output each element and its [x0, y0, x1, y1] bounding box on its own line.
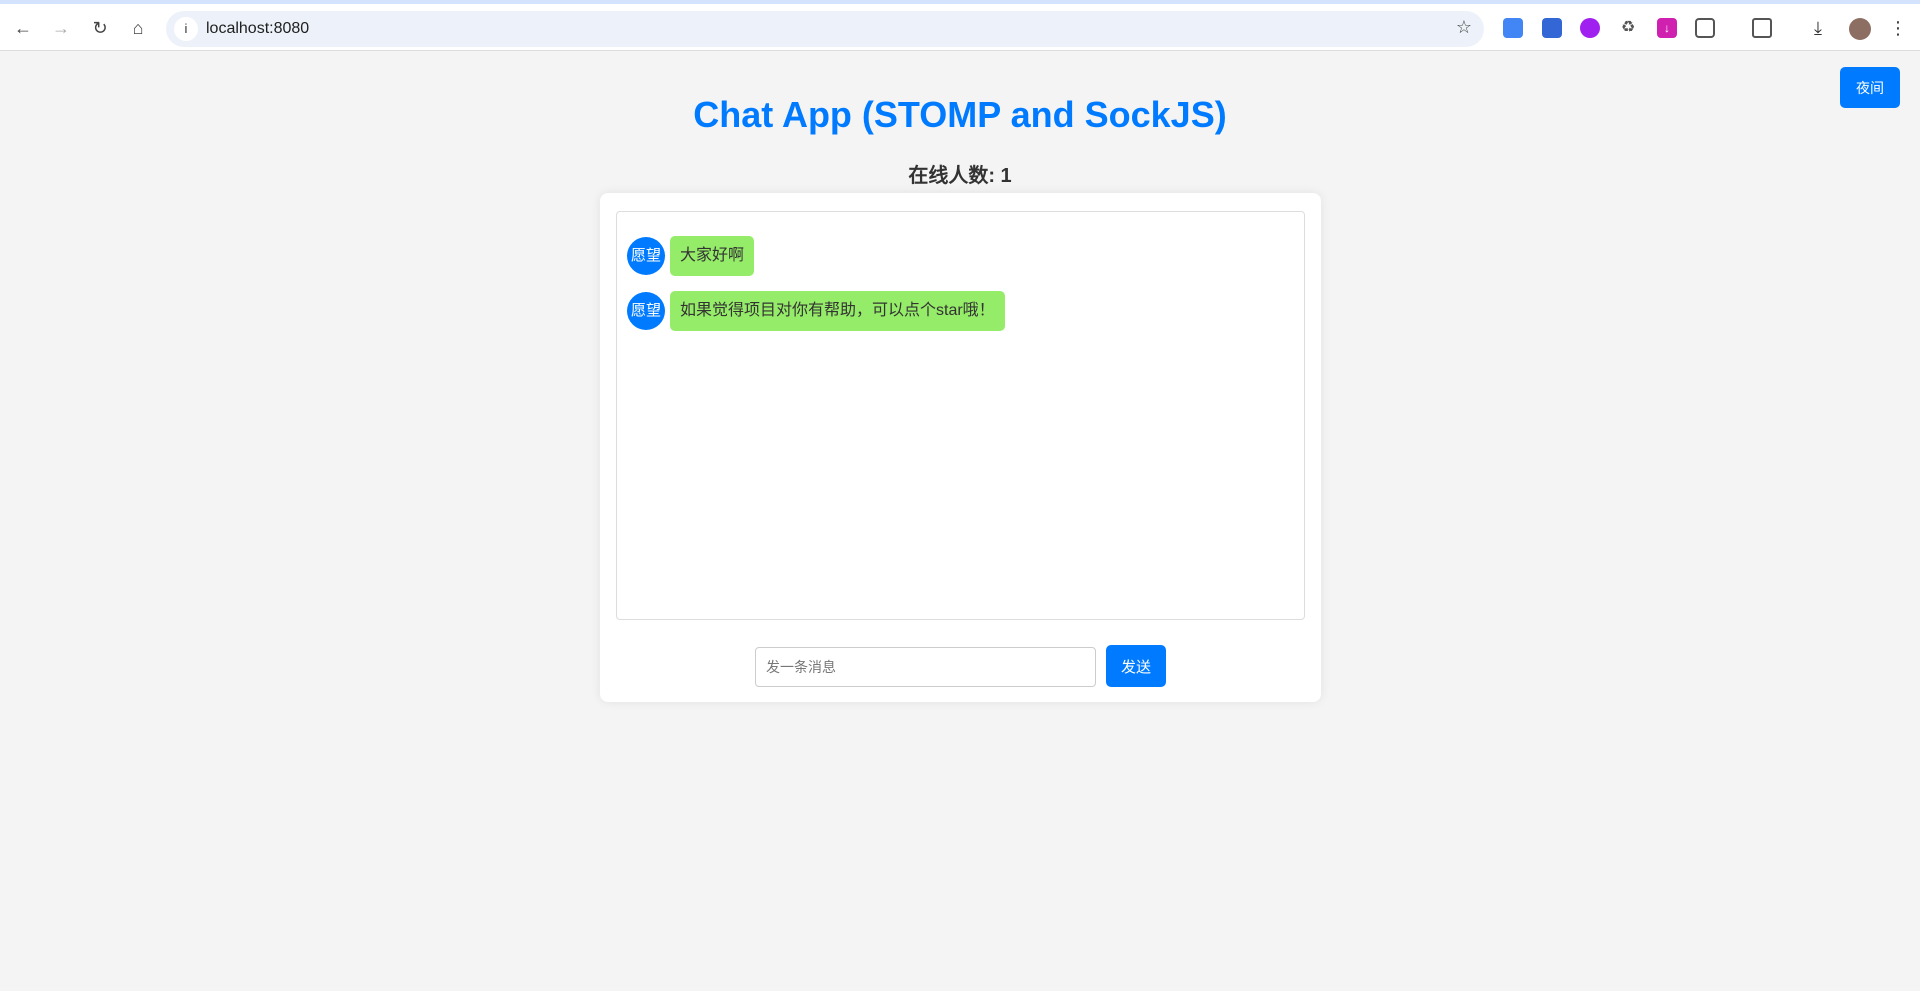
address-bar[interactable]: i localhost:8080 ☆ — [166, 11, 1484, 47]
chat-card: 愿望 大家好啊 愿望 如果觉得项目对你有帮助，可以点个star哦！ 发送 — [600, 193, 1321, 702]
avatar: 愿望 — [627, 237, 665, 275]
back-icon[interactable]: ← — [9, 14, 37, 42]
reading-list-icon[interactable] — [1752, 18, 1772, 38]
extension-icon[interactable] — [1580, 18, 1600, 38]
home-icon[interactable]: ⌂ — [124, 14, 152, 42]
browser-toolbar: ← → ↻ ⌂ i localhost:8080 ☆ ♻ ↓ ⤓ ⋮ — [0, 0, 1920, 51]
message-bubble: 如果觉得项目对你有帮助，可以点个star哦！ — [670, 291, 1005, 331]
bookmark-star-icon[interactable]: ☆ — [1456, 17, 1472, 38]
message-item: 愿望 大家好啊 — [627, 236, 755, 276]
message-input[interactable] — [755, 647, 1096, 687]
page-title: Chat App (STOMP and SockJS) — [693, 94, 1227, 135]
recycle-extension-icon[interactable]: ♻ — [1618, 18, 1638, 38]
avatar: 愿望 — [627, 292, 665, 330]
message-list[interactable]: 愿望 大家好啊 愿望 如果觉得项目对你有帮助，可以点个star哦！ — [616, 211, 1305, 620]
extensions-puzzle-icon[interactable] — [1695, 18, 1715, 38]
send-button[interactable]: 发送 — [1106, 645, 1166, 687]
reload-icon[interactable]: ↻ — [86, 14, 114, 42]
online-count: 在线人数: 1 — [908, 165, 1012, 187]
downloads-icon[interactable]: ⤓ — [1808, 18, 1828, 38]
menu-dots-icon[interactable]: ⋮ — [1888, 18, 1908, 38]
url-text[interactable]: localhost:8080 — [206, 20, 309, 38]
download-extension-icon[interactable]: ↓ — [1657, 18, 1677, 38]
translate-extension-icon[interactable] — [1542, 18, 1562, 38]
info-icon[interactable]: i — [174, 17, 198, 41]
forward-icon[interactable]: → — [47, 14, 75, 42]
message-bubble: 大家好啊 — [670, 236, 755, 276]
message-item: 愿望 如果觉得项目对你有帮助，可以点个star哦！ — [627, 291, 1005, 331]
google-translate-extension-icon[interactable] — [1503, 18, 1523, 38]
profile-avatar[interactable] — [1849, 18, 1871, 40]
